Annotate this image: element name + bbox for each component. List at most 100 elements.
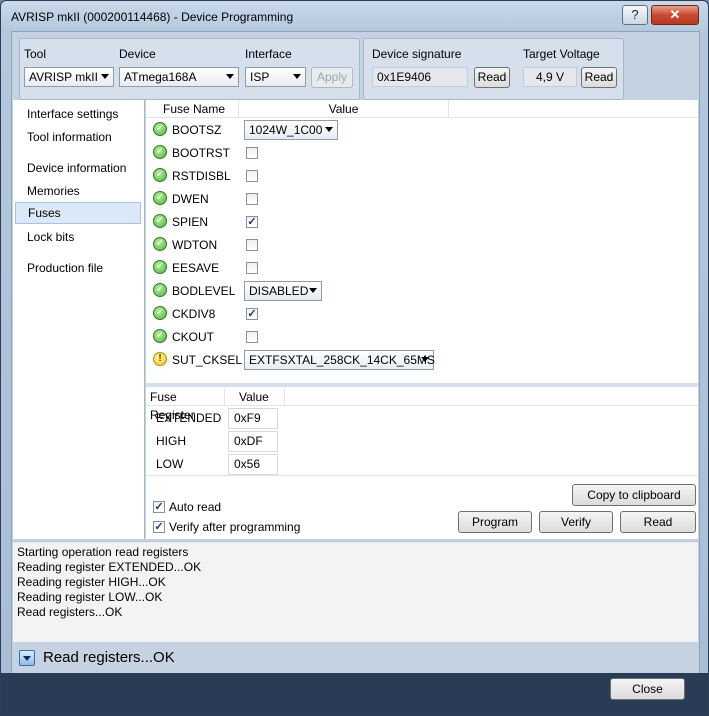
check-circle-icon: ✓ (153, 145, 167, 159)
read-voltage-button[interactable]: Read (581, 67, 617, 88)
target-voltage-label: Target Voltage (523, 47, 600, 61)
fuse-name: BOOTRST (172, 146, 231, 160)
verify-button[interactable]: Verify (539, 511, 613, 533)
fuse-row-dwen: ✓ DWEN (146, 188, 698, 211)
log-line: Read registers...OK (17, 605, 123, 619)
chevron-down-icon (309, 288, 317, 293)
fuse-row-eesave: ✓ EESAVE (146, 257, 698, 280)
chevron-down-icon (101, 74, 109, 79)
device-signature-value: 0x1E9406 (372, 67, 468, 87)
fuse-value-select[interactable]: 1024W_1C00 (244, 120, 338, 140)
signature-group: Device signature 0x1E9406 Read Target Vo… (363, 38, 624, 100)
verify-after-programming-checkbox[interactable]: ✓ (153, 521, 165, 533)
check-circle-icon: ✓ (153, 191, 167, 205)
register-value-header: Value (225, 388, 285, 406)
fuse-checkbox[interactable] (246, 193, 258, 205)
fuse-checkbox[interactable] (246, 239, 258, 251)
tool-select[interactable]: AVRISP mkII (24, 67, 114, 87)
register-name: LOW (156, 457, 184, 471)
fuse-value-header: Value (239, 100, 449, 118)
fuse-name: EESAVE (172, 261, 220, 275)
register-value-input[interactable]: 0x56 (228, 454, 278, 475)
fuse-checkbox[interactable] (246, 147, 258, 159)
check-circle-icon: ✓ (153, 260, 167, 274)
sidebar-item-memories[interactable]: Memories (15, 180, 141, 202)
fuse-value-select[interactable]: DISABLED (244, 281, 322, 301)
check-circle-icon: ✓ (153, 306, 167, 320)
read-signature-button[interactable]: Read (474, 67, 510, 88)
sidebar-item-lock-bits[interactable]: Lock bits (15, 226, 141, 248)
fuse-name: WDTON (172, 238, 218, 252)
sidebar-item-fuses[interactable]: Fuses (15, 202, 141, 224)
auto-read-checkbox[interactable]: ✓ (153, 501, 165, 513)
fuse-checkbox[interactable] (246, 331, 258, 343)
close-button[interactable]: Close (610, 678, 685, 700)
check-circle-icon: ✓ (153, 329, 167, 343)
fuse-name: DWEN (172, 192, 209, 206)
expand-log-button[interactable] (19, 650, 35, 666)
splitter[interactable] (146, 383, 698, 387)
fuse-row-ckout: ✓ CKOUT (146, 326, 698, 349)
tool-group: Tool AVRISP mkII Device ATmega168A Inter… (19, 38, 360, 100)
fuse-value-text: EXTFSXTAL_258CK_14CK_65MS (249, 353, 435, 367)
fuse-checkbox[interactable]: ✓ (246, 216, 258, 228)
verify-after-programming-label: Verify after programming (169, 520, 301, 534)
fuses-panel: Fuse Name Value ✓ BOOTSZ 1024W_1C00 ✓ BOOTRS… (146, 100, 698, 539)
fuse-checkbox[interactable] (246, 262, 258, 274)
chevron-down-icon (421, 357, 429, 362)
log-line: Reading register LOW...OK (17, 590, 163, 604)
sidebar-item-interface-settings[interactable]: Interface settings (15, 103, 141, 125)
fuse-row-wdton: ✓ WDTON (146, 234, 698, 257)
fuse-value-text: 1024W_1C00 (249, 123, 323, 137)
fuse-name: SPIEN (172, 215, 209, 229)
register-value-input[interactable]: 0xF9 (228, 408, 278, 429)
window-close-button[interactable]: ✕ (651, 5, 699, 25)
check-circle-icon: ✓ (153, 122, 167, 136)
dialog-footer: Close (1, 673, 708, 715)
apply-button[interactable]: Apply (311, 67, 353, 88)
sidebar-item-device-information[interactable]: Device information (15, 157, 141, 179)
fuse-row-spien: ✓ SPIEN ✓ (146, 211, 698, 234)
fuse-row-sut_cksel: ! SUT_CKSEL EXTFSXTAL_258CK_14CK_65MS (146, 349, 698, 372)
help-button[interactable]: ? (622, 5, 648, 25)
status-bar: Read registers...OK (13, 642, 698, 672)
register-header-spacer (285, 388, 698, 406)
chevron-down-icon (293, 74, 301, 79)
fuse-name-header: Fuse Name (146, 100, 239, 118)
check-circle-icon: ✓ (153, 168, 167, 182)
check-circle-icon: ✓ (153, 237, 167, 251)
fuse-row-bodlevel: ✓ BODLEVEL DISABLED (146, 280, 698, 303)
register-name: HIGH (156, 434, 186, 448)
fuse-name: CKOUT (172, 330, 214, 344)
device-select[interactable]: ATmega168A (119, 67, 239, 87)
fuse-row-bootsz: ✓ BOOTSZ 1024W_1C00 (146, 119, 698, 142)
check-circle-icon: ✓ (153, 283, 167, 297)
interface-select[interactable]: ISP (245, 67, 306, 87)
tool-label: Tool (24, 47, 47, 61)
fuse-value-select[interactable]: EXTFSXTAL_258CK_14CK_65MS (244, 350, 435, 370)
log-line: Starting operation read registers (17, 545, 189, 559)
device-signature-label: Device signature (372, 47, 462, 61)
device-label: Device (119, 47, 156, 61)
register-name: EXTENDED (156, 411, 222, 425)
fuse-name: SUT_CKSEL (172, 353, 243, 367)
register-value-input[interactable]: 0xDF (228, 431, 278, 452)
program-button[interactable]: Program (458, 511, 532, 533)
auto-read-label: Auto read (169, 500, 222, 514)
fuse-checkbox[interactable] (246, 170, 258, 182)
fuse-checkbox[interactable]: ✓ (246, 308, 258, 320)
read-fuses-button[interactable]: Read (620, 511, 696, 533)
sidebar-item-production-file[interactable]: Production file (15, 257, 141, 279)
divider (146, 475, 698, 476)
fuse-value-text: DISABLED (249, 284, 309, 298)
interface-label: Interface (245, 47, 292, 61)
device-programming-window: AVRISP mkII (000200114468) - Device Prog… (0, 0, 709, 716)
sidebar-item-tool-information[interactable]: Tool information (15, 126, 141, 148)
fuse-name: CKDIV8 (172, 307, 216, 321)
fuse-name: BODLEVEL (172, 284, 236, 298)
fuse-header-spacer (449, 100, 698, 118)
copy-to-clipboard-button[interactable]: Copy to clipboard (572, 484, 696, 506)
log-line: Reading register HIGH...OK (17, 575, 166, 589)
fuse-row-rstdisbl: ✓ RSTDISBL (146, 165, 698, 188)
chevron-down-icon (23, 656, 31, 661)
